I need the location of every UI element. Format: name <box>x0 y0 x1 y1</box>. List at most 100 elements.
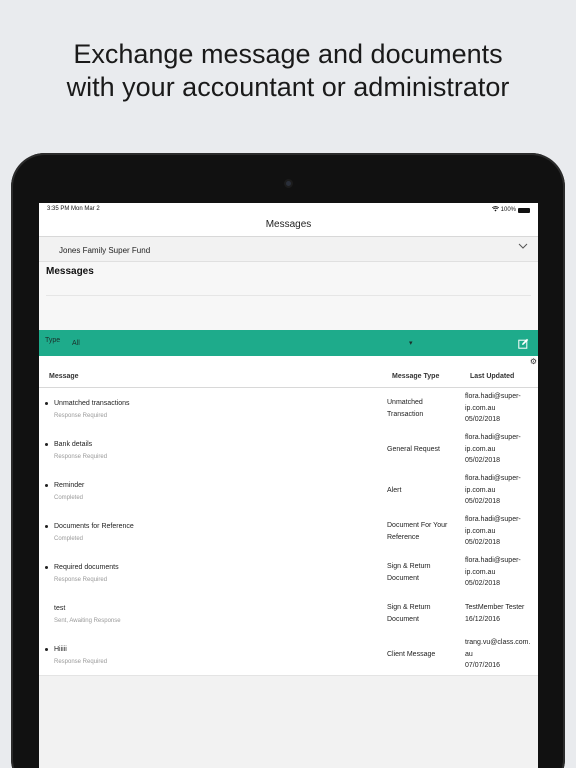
message-status: Response Required <box>54 577 108 583</box>
updated-line: flora.hadi@super- <box>465 434 521 441</box>
message-type: Unmatched Transaction <box>387 397 462 420</box>
last-updated: trang.vu@class.com. au 07/07/2016 <box>465 637 537 672</box>
table-row[interactable]: Documents for Reference Completed Docume… <box>39 511 538 552</box>
updated-line: TestMember Tester <box>465 604 525 611</box>
type-filter-label: Type <box>45 337 61 344</box>
unread-bullet <box>45 443 48 446</box>
nav-title: Messages <box>265 219 312 230</box>
table-row[interactable]: Unmatched transactions Response Required… <box>39 388 538 429</box>
last-updated: TestMember Tester 16/12/2016 <box>465 602 537 625</box>
message-title: Reminder <box>54 482 85 489</box>
table-row[interactable]: test Sent, Awaiting Response Sign & Retu… <box>39 593 538 634</box>
column-header-message-type[interactable]: Message Type <box>392 373 439 380</box>
message-status: Sent, Awaiting Response <box>54 618 121 624</box>
updated-line: trang.vu@class.com. <box>465 639 531 646</box>
message-type-line: Document <box>387 615 419 623</box>
updated-line: 16/12/2016 <box>465 615 501 623</box>
updated-line: 05/02/2018 <box>465 498 501 505</box>
last-updated: flora.hadi@super- ip.com.au 05/02/2018 <box>465 514 537 549</box>
message-type: Sign & Return Document <box>387 561 462 584</box>
spacer <box>39 310 538 330</box>
message-type-line: Transaction <box>387 410 424 418</box>
updated-line: flora.hadi@super- <box>465 475 521 482</box>
unread-bullet <box>45 566 48 569</box>
message-status: Completed <box>54 495 84 501</box>
section-title: Messages <box>46 266 94 277</box>
unread-bullet <box>45 525 48 528</box>
message-type-line: Sign & Return <box>387 604 431 611</box>
updated-line: flora.hadi@super- <box>465 516 521 523</box>
last-updated: flora.hadi@super- ip.com.au 05/02/2018 <box>465 391 537 426</box>
battery-percent: 100% <box>500 207 516 213</box>
message-type-line: Alert <box>387 487 402 494</box>
unread-bullet <box>45 484 48 487</box>
message-type-line: General Request <box>387 446 440 453</box>
wifi-icon <box>491 206 499 214</box>
column-header-message[interactable]: Message <box>49 373 79 380</box>
unread-bullet <box>45 402 48 405</box>
message-title: Hiiiii <box>54 646 67 653</box>
message-title: test <box>54 605 66 612</box>
message-type-line: Sign & Return <box>387 563 431 570</box>
last-updated: flora.hadi@super- ip.com.au 05/02/2018 <box>465 432 537 467</box>
message-type-line: Document <box>387 574 419 582</box>
message-type: Alert <box>387 485 462 497</box>
message-status: Response Required <box>54 659 108 665</box>
message-title: Bank details <box>54 441 93 448</box>
front-camera <box>284 179 293 188</box>
table-row[interactable]: Reminder Completed Alert flora.hadi@supe… <box>39 470 538 511</box>
updated-line: ip.com.au <box>465 568 496 576</box>
chevron-down-icon <box>518 242 528 253</box>
app-screen: 3:35 PM Mon Mar 2 100% Messages Jones Fa… <box>39 203 538 768</box>
updated-line: flora.hadi@super- <box>465 393 521 400</box>
last-updated: flora.hadi@super- ip.com.au 05/02/2018 <box>465 555 537 590</box>
updated-line: flora.hadi@super- <box>465 557 521 564</box>
message-type-line: Client Message <box>387 651 436 658</box>
message-status: Response Required <box>54 413 108 419</box>
message-title: Required documents <box>54 564 119 571</box>
message-type: Sign & Return Document <box>387 602 462 625</box>
updated-line: 05/02/2018 <box>465 539 501 546</box>
message-status: Response Required <box>54 454 108 460</box>
message-type-line: Reference <box>387 533 420 541</box>
last-updated: flora.hadi@super- ip.com.au 05/02/2018 <box>465 473 537 508</box>
status-time: 3:35 PM Mon Mar 2 <box>47 206 100 212</box>
message-title: Documents for Reference <box>54 523 134 530</box>
updated-line: ip.com.au <box>465 486 496 494</box>
updated-line: ip.com.au <box>465 404 496 412</box>
divider <box>46 295 531 296</box>
settings-row: ⚙ <box>39 356 538 366</box>
message-type: Client Message <box>387 649 462 661</box>
headline-line-2: with your accountant or administrator <box>66 72 510 102</box>
message-type: Document For Your Reference <box>387 520 462 543</box>
battery-icon <box>518 207 530 213</box>
updated-line: 07/07/2016 <box>465 662 501 669</box>
type-filter-select[interactable]: All <box>72 340 80 347</box>
status-bar: 3:35 PM Mon Mar 2 100% <box>39 203 538 216</box>
updated-line: ip.com.au <box>465 527 496 535</box>
unread-bullet <box>45 648 48 651</box>
headline-line-1: Exchange message and documents <box>73 39 503 69</box>
column-header-last-updated[interactable]: Last Updated <box>470 373 514 380</box>
table-row[interactable]: Required documents Response Required Sig… <box>39 552 538 593</box>
message-type-line: Unmatched <box>387 399 423 406</box>
empty-area <box>39 675 538 768</box>
fund-selector[interactable]: Jones Family Super Fund <box>39 237 538 262</box>
message-title: Unmatched transactions <box>54 400 130 407</box>
updated-line: 05/02/2018 <box>465 580 501 587</box>
compose-icon[interactable] <box>518 336 529 349</box>
updated-line: 05/02/2018 <box>465 416 501 423</box>
fund-name: Jones Family Super Fund <box>59 246 151 255</box>
table-row[interactable]: Bank details Response Required General R… <box>39 429 538 470</box>
gear-icon[interactable]: ⚙ <box>530 357 537 366</box>
message-list: Unmatched transactions Response Required… <box>39 388 538 675</box>
updated-line: au <box>465 650 473 658</box>
table-header: Message Message Type Last Updated <box>39 366 538 388</box>
message-type: General Request <box>387 444 462 456</box>
section-header: Messages <box>39 262 538 310</box>
table-row[interactable]: Hiiiii Response Required Client Message … <box>39 634 538 675</box>
status-right: 100% <box>491 206 530 214</box>
marketing-headline: Exchange message and documents with your… <box>0 38 576 104</box>
caret-down-icon[interactable]: ▾ <box>409 339 413 347</box>
message-status: Completed <box>54 536 84 542</box>
